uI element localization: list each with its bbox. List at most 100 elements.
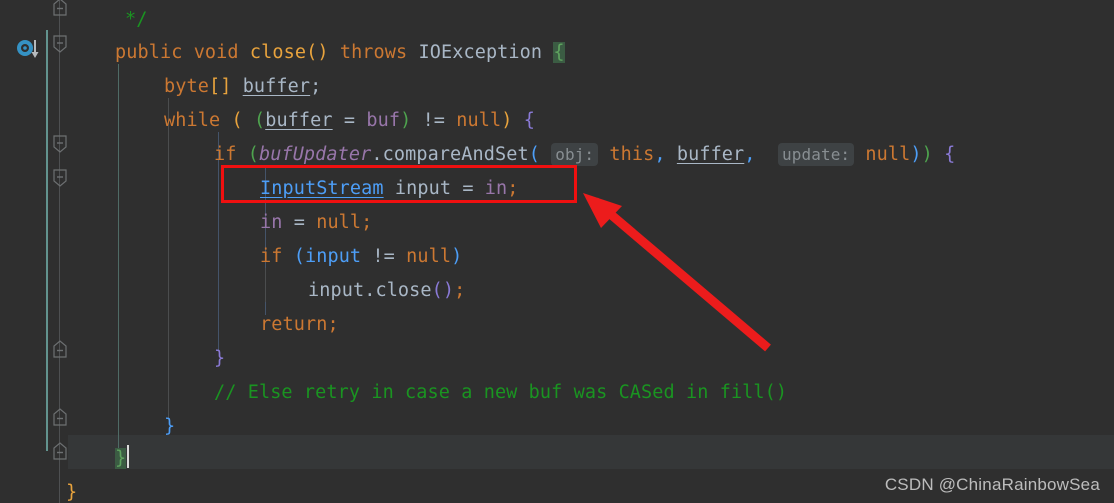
code-editor-screenshot: */ public void close() throws IOExceptio… — [0, 0, 1114, 503]
token-parens: () — [306, 42, 329, 63]
token-brackets: [] — [208, 76, 232, 97]
token-keyword-this: this — [609, 144, 655, 165]
token-semicolon: ; — [327, 314, 339, 335]
token-var-buffer: buffer — [676, 144, 745, 165]
code-line[interactable]: if (bufUpdater.compareAndSet( obj: this,… — [0, 135, 1114, 169]
token-brace-close: } — [214, 348, 226, 369]
token-paren-open: ( — [231, 110, 243, 131]
token-semicolon: ; — [310, 76, 322, 97]
watermark-text: CSDN @ChinaRainbowSea — [884, 475, 1100, 494]
token-paren-open: ( — [293, 246, 305, 267]
token-keyword-return: return — [260, 314, 328, 335]
token-dot: . — [371, 144, 383, 165]
token-field-bufupdater: bufUpdater — [258, 144, 372, 165]
token-method-compareandset: compareAndSet — [382, 144, 529, 165]
code-line[interactable]: while ( (buffer = buf) != null) { — [0, 101, 1114, 135]
token-comment: */ — [125, 9, 148, 30]
token-dot: . — [364, 280, 376, 301]
token-parens: () — [431, 280, 455, 301]
token-var-buffer: buffer — [265, 110, 333, 131]
token-keyword-null: null — [456, 110, 502, 131]
code-line[interactable]: public void close() throws IOException { — [0, 33, 1114, 67]
token-brace-open: { — [523, 110, 535, 131]
code-area[interactable]: */ public void close() throws IOExceptio… — [0, 0, 1114, 503]
token-operator: = — [282, 212, 317, 233]
token-paren-close-call: ) — [910, 144, 922, 165]
code-line[interactable]: input.close(); — [0, 271, 1114, 305]
token-var-input: input — [394, 178, 452, 199]
token-type-ioexception: IOException — [418, 42, 543, 63]
param-hint-obj[interactable]: obj: — [551, 143, 599, 166]
token-semicolon: ; — [507, 178, 519, 199]
code-line[interactable]: byte[] buffer; — [0, 67, 1114, 101]
token-comma: , — [744, 144, 756, 165]
token-brace-open: { — [944, 144, 956, 165]
token-operator: != — [361, 246, 407, 267]
token-var-buffer: buffer — [242, 76, 311, 97]
token-paren-close-inner: ) — [400, 110, 412, 131]
code-line[interactable]: } — [0, 339, 1114, 373]
token-var-input: input — [304, 246, 362, 267]
token-field-in: in — [260, 212, 283, 233]
token-var-input: input — [308, 280, 365, 301]
code-line[interactable]: if (input != null) — [0, 237, 1114, 271]
param-hint-update[interactable]: update: — [778, 143, 855, 166]
token-keyword-if: if — [214, 144, 237, 165]
code-line[interactable]: */ — [0, 0, 1114, 34]
code-line[interactable]: in = null; — [0, 203, 1114, 237]
token-brace-match-close: } — [115, 448, 127, 469]
token-keyword-null: null — [406, 246, 452, 267]
token-paren-open: ( — [247, 144, 259, 165]
token-paren-close: ) — [501, 110, 513, 131]
token-comma: , — [654, 144, 666, 165]
token-brace-close-class: } — [66, 482, 78, 503]
token-paren-open-call: ( — [528, 144, 540, 165]
token-keyword-null: null — [316, 212, 362, 233]
token-operator: = — [332, 110, 367, 131]
code-line-caret[interactable]: } — [0, 435, 1114, 469]
token-paren-open-inner: ( — [253, 110, 266, 131]
token-paren-close: ) — [451, 246, 463, 267]
token-method-close: close — [249, 42, 307, 63]
token-keyword-null: null — [865, 144, 911, 165]
token-type-inputstream[interactable]: InputStream — [260, 178, 384, 199]
token-keyword-byte: byte — [164, 76, 209, 97]
token-method-close: close — [375, 280, 432, 301]
code-line[interactable]: // Else retry in case a new buf was CASe… — [0, 373, 1114, 407]
token-keyword-while: while — [164, 110, 221, 131]
token-keyword-void: void — [193, 42, 239, 63]
token-semicolon: ; — [361, 212, 373, 233]
token-keyword-throws: throws — [339, 42, 408, 63]
text-caret — [127, 445, 130, 468]
token-comment-else-retry: // Else retry in case a new buf was CASe… — [214, 382, 788, 403]
token-operator: = — [451, 178, 485, 199]
token-paren-close: ) — [921, 144, 933, 165]
token-keyword-public: public — [115, 42, 183, 63]
token-field-in: in — [484, 178, 508, 199]
token-semicolon: ; — [454, 280, 466, 301]
token-brace-match-open: { — [553, 42, 565, 63]
token-field-buf: buf — [366, 110, 401, 131]
token-keyword-if: if — [260, 246, 283, 267]
token-brace-close: } — [164, 416, 176, 437]
code-line-highlighted[interactable]: InputStream input = in; — [0, 169, 1114, 203]
code-line[interactable]: return; — [0, 305, 1114, 339]
